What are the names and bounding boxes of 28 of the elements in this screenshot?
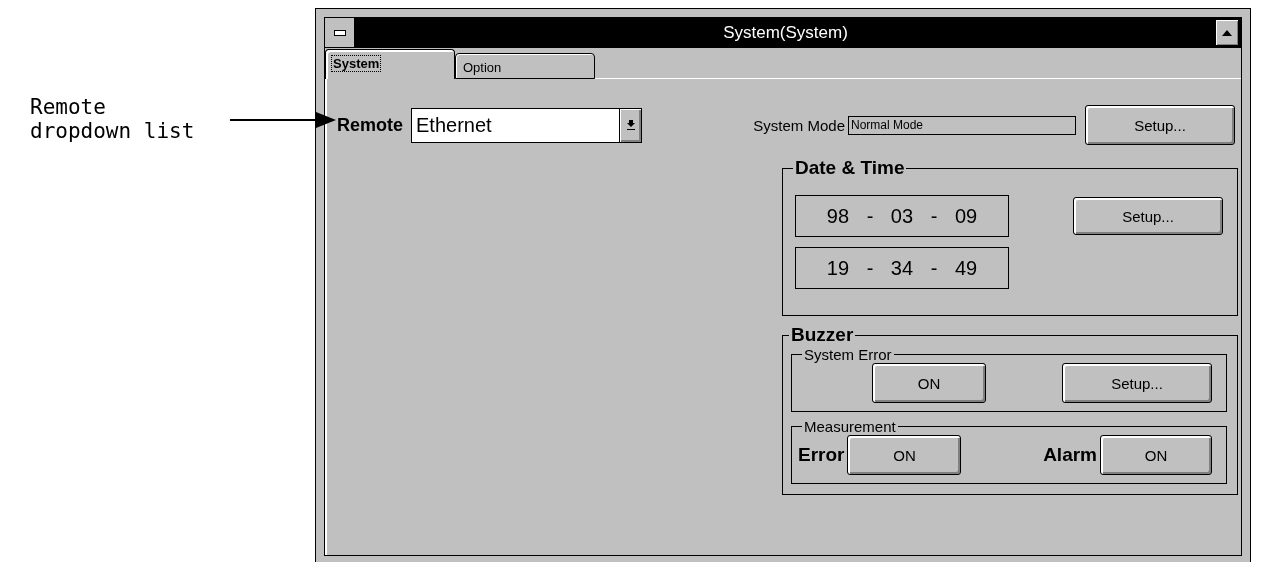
tab[interactable]: System xyxy=(325,49,455,79)
toggle-button[interactable]: ON xyxy=(1100,435,1212,475)
group-title: System Error xyxy=(803,346,893,363)
time-field: 19 - 34 - 49 xyxy=(795,247,1009,289)
group-title: Measurement xyxy=(803,418,897,435)
maximize-button[interactable] xyxy=(1216,20,1238,45)
tab[interactable]: Option xyxy=(455,53,595,79)
toggle-label: Error xyxy=(798,444,845,466)
toggle-button[interactable]: ON xyxy=(847,435,962,475)
setup-button[interactable]: Setup... xyxy=(1073,197,1223,235)
toggle-label: Alarm xyxy=(1043,444,1097,466)
system-mode-label: System Mode xyxy=(753,116,845,134)
annotation-text: Remote dropdown list xyxy=(30,95,196,143)
setup-button[interactable]: Setup... xyxy=(1062,363,1212,403)
remote-label: Remote xyxy=(337,114,403,136)
minus-icon xyxy=(333,29,346,36)
window-title: System(System) xyxy=(722,22,849,43)
setup-button[interactable]: Setup... xyxy=(1085,105,1235,145)
remote-dropdown[interactable]: Ethernet xyxy=(411,107,642,143)
date-field: 98 - 03 - 09 xyxy=(795,195,1009,237)
dropdown-button[interactable] xyxy=(619,108,641,142)
group-title: Date & Time xyxy=(794,157,906,179)
group-title: Buzzer xyxy=(790,324,855,346)
toggle-button[interactable]: ON xyxy=(872,363,986,403)
triangle-up-icon xyxy=(1222,29,1232,36)
system-mode-field: Normal Mode xyxy=(848,115,1076,135)
down-arrow-icon xyxy=(626,120,635,130)
system-menu-button[interactable] xyxy=(325,18,355,47)
